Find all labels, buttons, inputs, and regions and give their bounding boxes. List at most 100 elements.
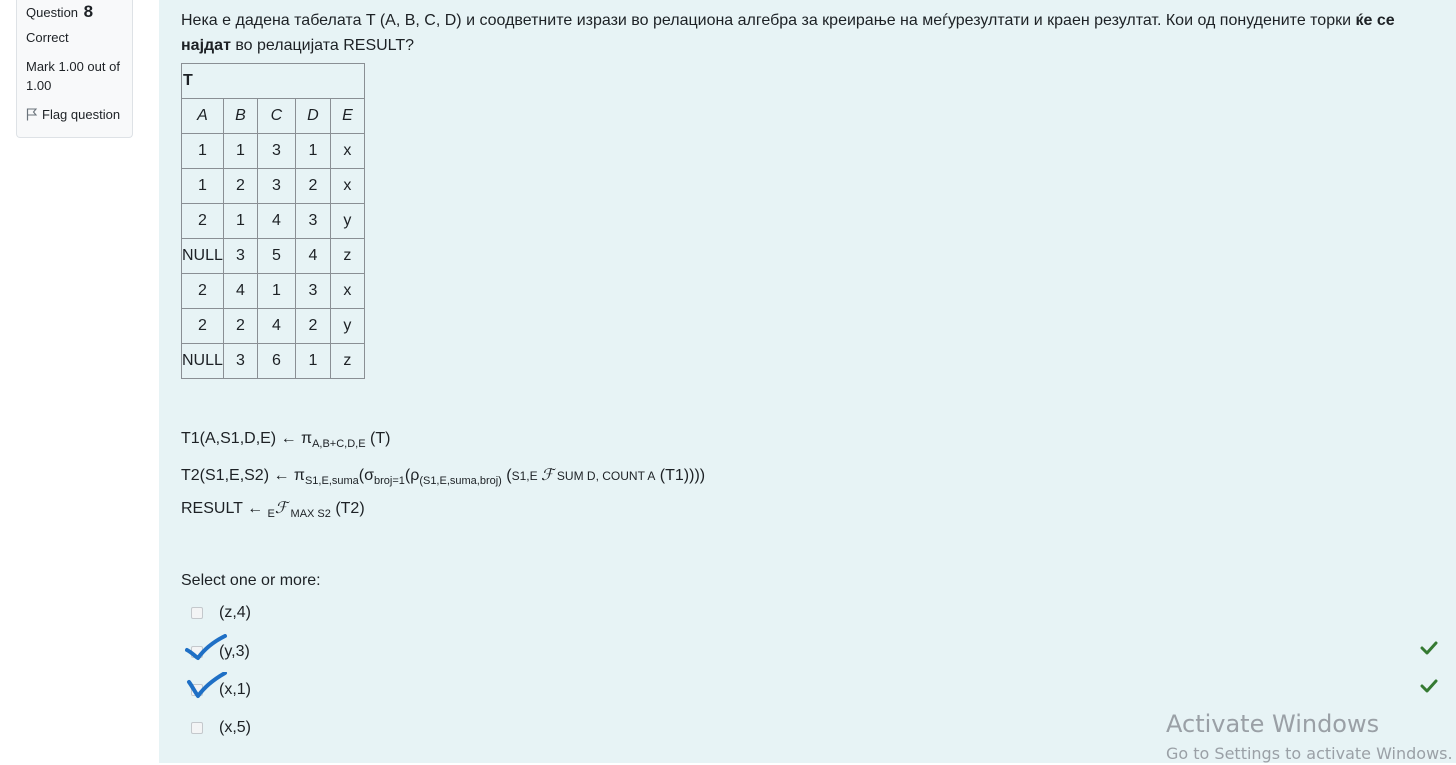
table-cell: z [329, 343, 365, 379]
column-header: C [256, 98, 296, 134]
expr-text: ( [501, 467, 512, 484]
table-cell: z [329, 238, 365, 274]
expr-small: S1,E [511, 469, 541, 483]
answer-option[interactable]: (y,3) [185, 634, 250, 664]
table-cell: x [329, 168, 365, 204]
answer-prompt: Select one or more: [181, 572, 321, 589]
flag-question-link[interactable]: Flag question [26, 105, 124, 124]
checkmark-icon [1420, 641, 1438, 655]
expr-small: SUM D, COUNT A [553, 469, 656, 483]
pen-check-annotation-icon [187, 672, 227, 698]
question-text-part1: Нека е дадена табелата T (A, B, C, D) и … [181, 12, 1356, 29]
table-cell: 1 [181, 133, 224, 169]
table-cell: 2 [222, 168, 258, 204]
table-header-row: A B C D E [181, 98, 365, 134]
table-cell: 2 [181, 273, 224, 309]
table-cell: 3 [294, 273, 331, 309]
table-row: 2 1 4 3 y [181, 203, 365, 239]
table-cell: 1 [222, 203, 258, 239]
expression-result: RESULT ← Eℱ MAX S2 (T2) [181, 498, 365, 520]
expression-t1: T1(A,S1,D,E) ← πA,B+C,D,E (T) [181, 430, 390, 450]
table-cell: 3 [256, 168, 296, 204]
table-cell: 1 [181, 168, 224, 204]
table-cell: 1 [222, 133, 258, 169]
table-cell: 3 [222, 343, 258, 379]
expr-text: (T2) [330, 500, 365, 517]
question-text: Нека е дадена табелата T (A, B, C, D) и … [181, 8, 1446, 58]
flag-icon [26, 108, 38, 121]
expr-text: (T1)))) [655, 467, 706, 484]
table-cell: 2 [294, 168, 331, 204]
expr-subscript: (S1,E,suma,broj) [419, 475, 502, 487]
expr-text: (T) [365, 430, 391, 447]
question-number-value: 8 [83, 2, 94, 21]
option-label: (x,5) [219, 719, 251, 736]
table-cell: 4 [294, 238, 331, 274]
column-header: A [181, 98, 224, 134]
table-cell: 1 [294, 343, 331, 379]
expression-t2: T2(S1,E,S2) ← πS1,E,suma(σbroj=1(ρ(S1,E,… [181, 465, 705, 487]
table-cell: 6 [256, 343, 296, 379]
question-content: Нека е дадена табелата T (A, B, C, D) и … [159, 0, 1456, 763]
table-cell: 3 [222, 238, 258, 274]
table-cell: 2 [222, 308, 258, 344]
column-header: E [329, 98, 365, 134]
flag-question-label: Flag question [42, 107, 121, 122]
table-cell: 1 [256, 273, 296, 309]
expr-text: (σ [358, 467, 374, 484]
option-label: (z,4) [219, 604, 251, 621]
question-text-part2: во релацијата RESULT? [230, 37, 415, 54]
table-cell: NULL [181, 238, 224, 274]
expr-text: T2(S1,E,S2) ← π [181, 467, 305, 484]
table-cell: 3 [294, 203, 331, 239]
question-label: Question [26, 5, 79, 20]
expr-text: (ρ [404, 467, 420, 484]
expr-subscript: broj=1 [373, 475, 405, 487]
watermark-title: Activate Windows [1166, 710, 1380, 738]
question-state: Correct [26, 30, 69, 45]
table-name: T [181, 63, 365, 99]
answer-option[interactable]: (x,5) [191, 716, 251, 740]
question-number: Question 8 [26, 2, 124, 22]
table-cell: 4 [256, 203, 296, 239]
expr-subscript: E [267, 508, 275, 520]
table-cell: 1 [294, 133, 331, 169]
expr-subscript: A,B+C,D,E [312, 438, 366, 450]
windows-activation-watermark: Activate Windows Go to Settings to activ… [1166, 709, 1453, 765]
relation-table: T A B C D E 1 1 3 1 x 1 2 3 2 x 2 1 4 3 [181, 63, 365, 379]
table-cell: 4 [256, 308, 296, 344]
checkmark-icon [1420, 679, 1438, 693]
option-checkbox[interactable] [191, 722, 203, 734]
question-grade: Mark 1.00 out of 1.00 [26, 59, 120, 93]
answer-option[interactable]: (x,1) [187, 672, 251, 702]
table-cell: x [329, 133, 365, 169]
aggregate-symbol: ℱ [274, 498, 288, 517]
expr-text: RESULT ← [181, 500, 268, 517]
table-cell: y [329, 203, 365, 239]
table-cell: 2 [181, 308, 224, 344]
table-cell: 2 [294, 308, 331, 344]
table-cell: y [329, 308, 365, 344]
table-cell: NULL [181, 343, 224, 379]
table-row: NULL 3 6 1 z [181, 343, 365, 379]
option-checkbox[interactable] [191, 607, 203, 619]
table-cell: x [329, 273, 365, 309]
table-row: 2 2 4 2 y [181, 308, 365, 344]
table-cell: 2 [181, 203, 224, 239]
column-header: D [294, 98, 331, 134]
watermark-subtitle: Go to Settings to activate Windows. [1166, 744, 1453, 763]
answer-option[interactable]: (z,4) [191, 601, 251, 625]
table-cell: 4 [222, 273, 258, 309]
pen-check-annotation-icon [185, 634, 227, 660]
expr-subscript: S1,E,suma [304, 475, 359, 487]
table-row: NULL 3 5 4 z [181, 238, 365, 274]
expr-subscript: MAX S2 [287, 508, 331, 520]
table-cell: 5 [256, 238, 296, 274]
table-row: 1 2 3 2 x [181, 168, 365, 204]
expr-text: T1(A,S1,D,E) ← π [181, 430, 313, 447]
table-row: 2 4 1 3 x [181, 273, 365, 309]
column-header: B [222, 98, 258, 134]
aggregate-symbol: ℱ [540, 465, 554, 484]
table-row: 1 1 3 1 x [181, 133, 365, 169]
question-info-panel: Question 8 Correct Mark 1.00 out of 1.00… [16, 0, 133, 138]
